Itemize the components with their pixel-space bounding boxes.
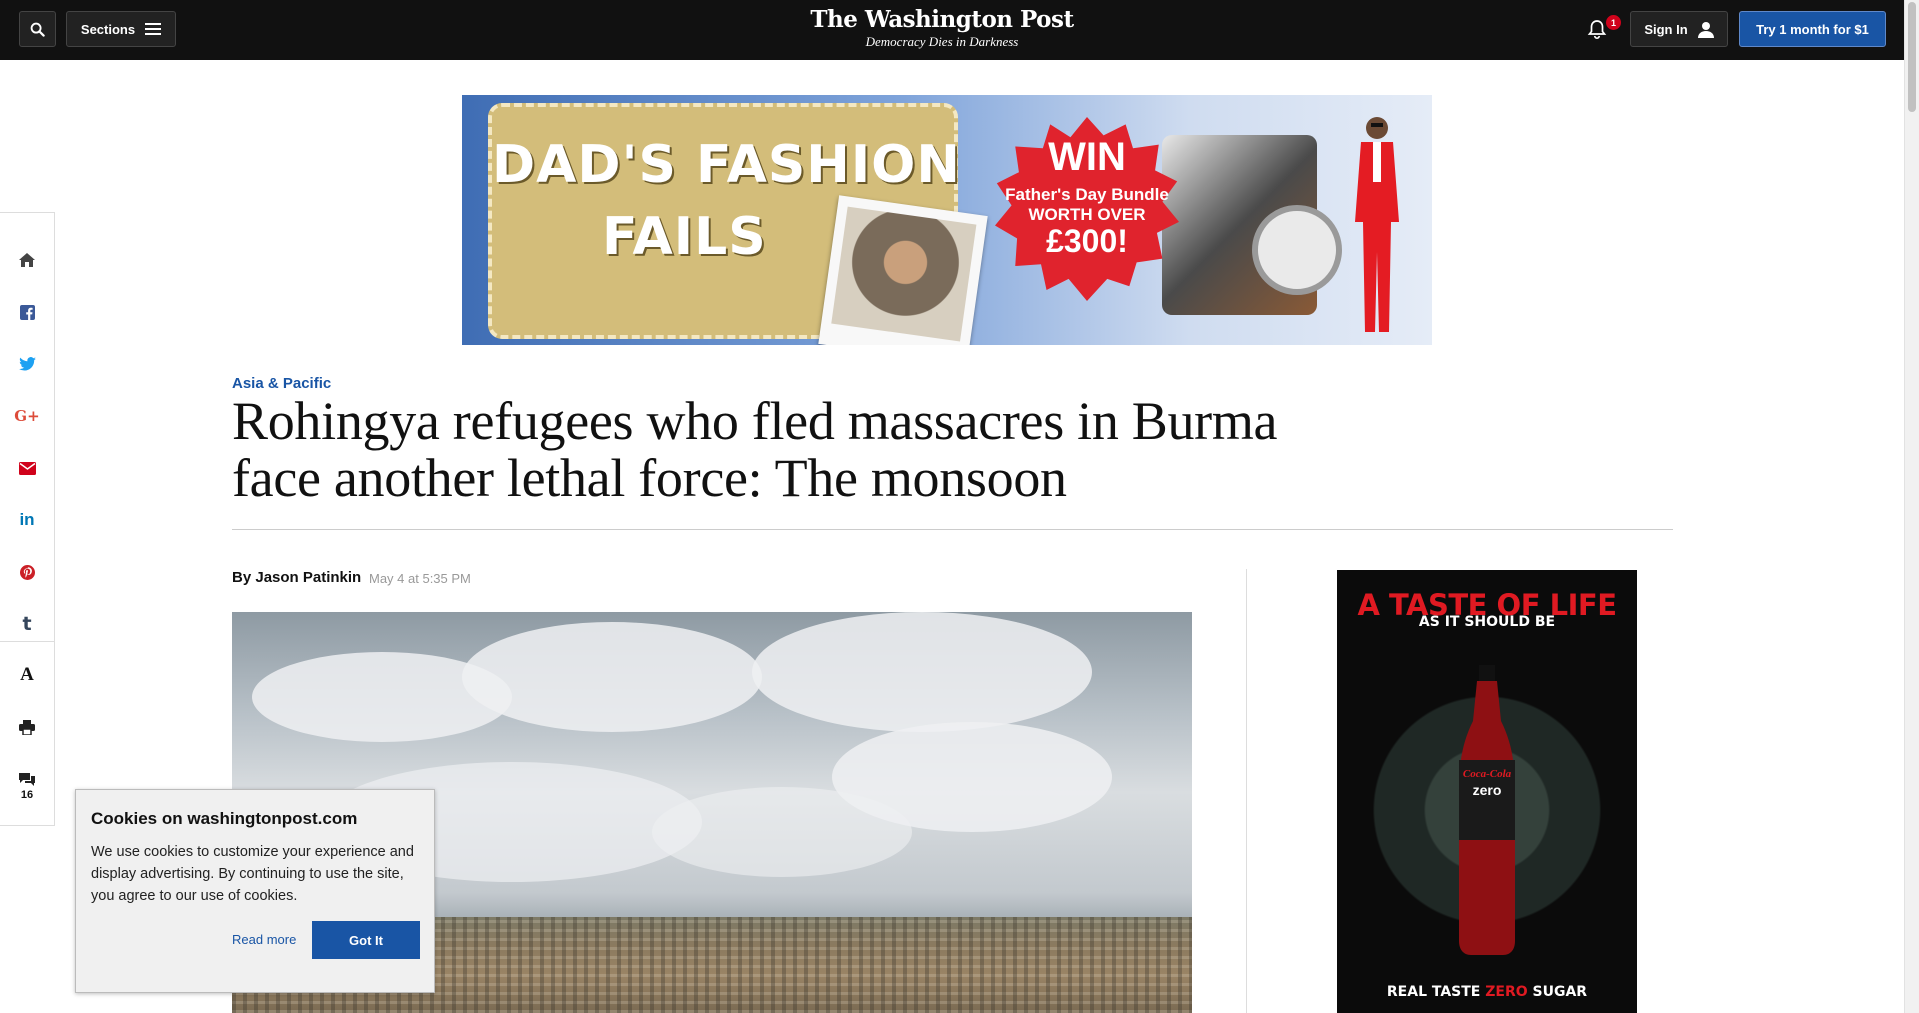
cookie-read-more-link[interactable]: Read more [232,932,296,947]
cookie-consent-popup: Cookies on washingtonpost.com We use coo… [75,789,435,993]
ad-win-text: WIN [1048,135,1126,179]
ad-footer-tagline: REAL TASTE ZERO SUGAR [1386,984,1588,1000]
headline-divider [232,529,1673,530]
sections-label: Sections [80,21,136,37]
email-icon [18,461,36,475]
brand-name: The Washington Post [810,6,1074,33]
twitter-icon [18,357,36,371]
comments-icon [19,772,35,786]
font-size-button[interactable]: A [0,661,54,689]
notification-count-badge: 1 [1606,15,1621,30]
column-divider [1246,569,1247,1013]
publish-timestamp: May 4 at 5:35 PM [369,571,471,586]
share-google-plus-button[interactable]: G+ [0,402,54,430]
cookie-accept-button[interactable]: Got It [312,921,420,959]
sections-menu-button[interactable]: Sections [66,11,176,47]
comment-count[interactable]: 16 [0,789,54,801]
linkedin-icon: in [19,510,35,529]
home-icon [19,253,35,267]
ad-worth-text: WORTH OVER [1028,205,1146,224]
ad-headline-line1: DAD'S FASHION [492,135,961,195]
share-pinterest-button[interactable] [0,558,54,586]
ad-coke-bottle [1459,665,1515,955]
ad-bundle-text: Father's Day Bundle [1005,185,1169,204]
ad-product-name: zero [1472,782,1502,798]
facebook-icon [19,304,35,320]
page-scrollbar[interactable] [1904,0,1919,1013]
search-button[interactable] [19,11,56,47]
ad-model-red-suit [1355,117,1399,332]
cookie-title: Cookies on washingtonpost.com [91,809,358,828]
masthead-logo[interactable]: The Washington Post Democracy Dies in Da… [790,6,1094,50]
tumblr-icon: t [22,613,32,635]
pinterest-icon [19,564,35,580]
ad-brand-logo: Coca-Cola [1462,768,1512,780]
ad-polaroid-photo [818,195,988,345]
article-headline: Rohingya refugees who fled massacres in … [232,391,1278,508]
search-icon [30,22,45,37]
notification-bell-icon[interactable] [1586,18,1608,40]
ad-watch-image [1252,205,1342,295]
share-linkedin-button[interactable]: in [0,506,54,534]
font-size-icon: A [20,664,34,685]
ad-taste-subhead: AS IT SHOULD BE [1418,614,1556,630]
top-navigation-bar: Sections The Washington Post Democracy D… [0,0,1904,60]
print-icon [19,719,35,735]
share-twitter-button[interactable] [0,350,54,378]
section-kicker-link[interactable]: Asia & Pacific [232,375,331,392]
sign-in-label: Sign In [1644,21,1688,37]
author-link[interactable]: Jason Patinkin [255,569,361,586]
sidebar-advertisement[interactable]: A TASTE OF LIFE AS IT SHOULD BE Coca-Col… [1337,570,1637,1013]
share-facebook-button[interactable] [0,298,54,326]
byline: By Jason Patinkin [232,569,361,586]
print-button[interactable] [0,713,54,741]
ad-amount-text: £300! [1046,223,1128,259]
ad-headline-line2: FAILS [602,207,767,267]
home-button[interactable] [0,246,54,274]
rail-divider [0,641,54,642]
byline-prefix: By [232,569,252,586]
share-email-button[interactable] [0,454,54,482]
scrollbar-thumb[interactable] [1908,2,1916,112]
google-plus-icon: G+ [14,407,40,425]
banner-advertisement[interactable]: DAD'S FASHION FAILS WIN Father's Day Bun… [462,95,1432,345]
hamburger-icon [145,23,162,35]
user-icon [1697,21,1714,38]
cookie-message: We use cookies to customize your experie… [91,844,414,904]
share-tumblr-button[interactable]: t [0,610,54,638]
sign-in-button[interactable]: Sign In [1630,11,1728,47]
share-tools-rail: G+ in t A 16 [0,212,55,826]
subscribe-button[interactable]: Try 1 month for $1 [1739,11,1886,47]
brand-tagline: Democracy Dies in Darkness [865,34,1019,49]
